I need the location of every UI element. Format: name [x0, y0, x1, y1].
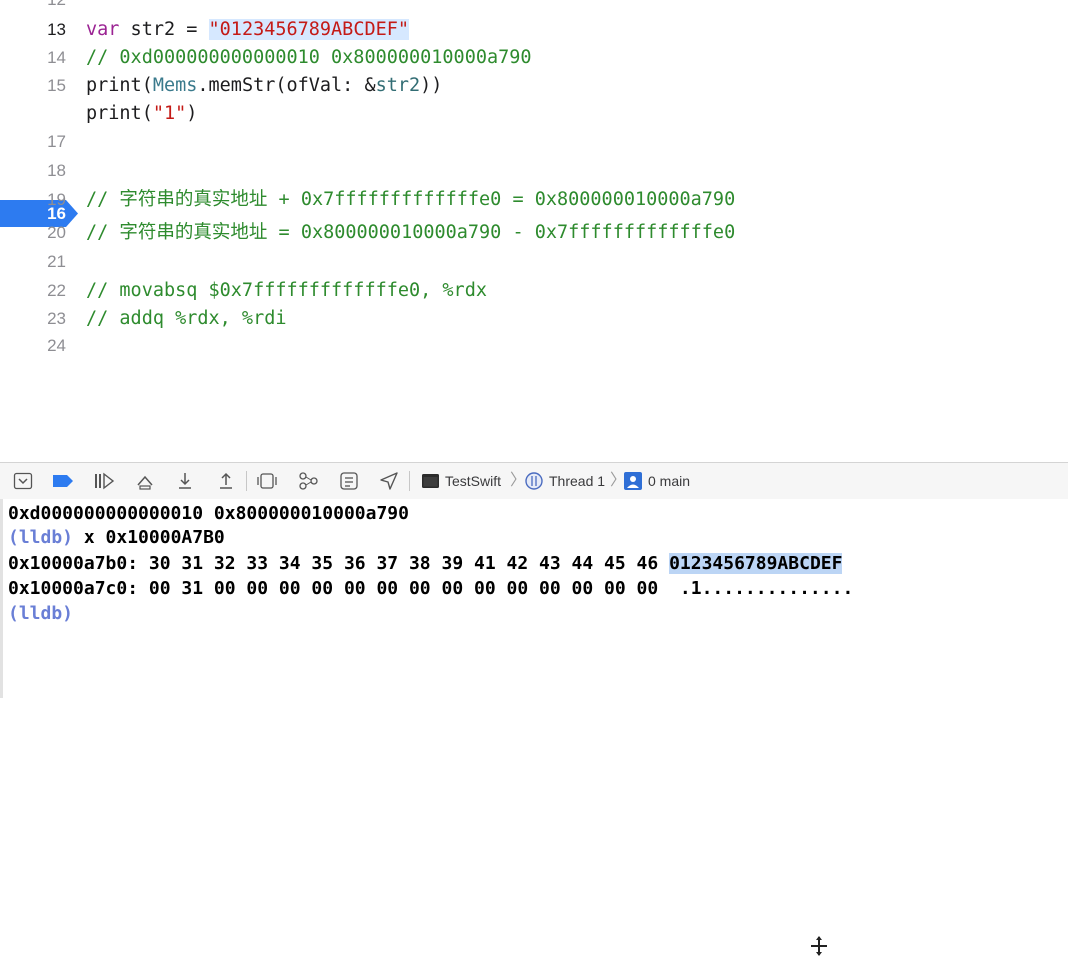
step-into-icon[interactable]: [174, 470, 196, 492]
code-line[interactable]: 17: [0, 128, 1068, 156]
code-comment: // 字符串的真实地址 = 0x800000010000a790 - 0x7ff…: [86, 222, 736, 243]
memory-graph-icon[interactable]: [297, 470, 319, 492]
continue-icon[interactable]: [93, 470, 115, 492]
console-command-line: (lldb) x 0x10000A7B0: [8, 525, 225, 550]
lldb-prompt: (lldb): [8, 527, 74, 548]
line-number: 13: [47, 20, 66, 39]
code-line[interactable]: 16 print("1"): [0, 100, 1068, 227]
code-comment: // 字符串的真实地址 + 0x7fffffffffffffe0 = 0x800…: [86, 189, 736, 210]
line-number: 23: [47, 309, 66, 328]
source-editor[interactable]: 12 13 var str2 = "0123456789ABCDEF" 14 /…: [0, 0, 1068, 462]
line-number: 14: [47, 48, 66, 67]
code-comment: // addq %rdx, %rdi: [86, 308, 287, 329]
line-number: 18: [47, 161, 66, 180]
line-number: 15: [47, 76, 66, 95]
console-output-line: 0xd000000000000010 0x800000010000a790: [8, 503, 409, 524]
console-command: x 0x10000A7B0: [83, 527, 225, 548]
code-comment: // 0xd000000000000010 0x800000010000a790: [86, 47, 532, 68]
code-text: print(Mems.memStr(ofVal: &str2)): [86, 75, 443, 96]
code-line[interactable]: 21: [0, 248, 1068, 276]
environment-overrides-icon[interactable]: [338, 470, 360, 492]
code-line[interactable]: 12: [0, 0, 1068, 14]
selected-string: "0123456789ABCDEF": [208, 19, 410, 40]
code-line[interactable]: 13 var str2 = "0123456789ABCDEF": [0, 16, 1068, 44]
highlighted-ascii: 0123456789ABCDEF: [669, 553, 843, 574]
debug-bar: TestSwift 〉 Thread 1 〉 0 main: [0, 462, 1068, 956]
thread-icon: [523, 470, 545, 492]
code-line[interactable]: 22 // movabsq $0x7fffffffffffffe0, %rdx: [0, 277, 1068, 305]
frame-breadcrumb[interactable]: 0 main: [648, 463, 690, 499]
debug-console[interactable]: 0xd000000000000010 0x800000010000a790 (l…: [0, 499, 1068, 698]
code-line[interactable]: 14 // 0xd000000000000010 0x800000010000a…: [0, 44, 1068, 72]
view-hierarchy-icon[interactable]: [256, 470, 278, 492]
hide-console-icon[interactable]: [12, 470, 34, 492]
code-text: var str2 = "0123456789ABCDEF": [86, 19, 410, 40]
line-number: 20: [47, 223, 66, 242]
line-number: 19: [47, 190, 66, 209]
simulate-location-icon[interactable]: [378, 470, 400, 492]
stack-frame-icon: [622, 470, 644, 492]
line-number: 17: [47, 132, 66, 151]
code-comment: // movabsq $0x7fffffffffffffe0, %rdx: [86, 280, 487, 301]
divider: [409, 471, 410, 491]
thread-breadcrumb[interactable]: Thread 1: [549, 463, 605, 499]
lldb-prompt[interactable]: (lldb): [8, 601, 73, 626]
code-line[interactable]: 23 // addq %rdx, %rdi: [0, 305, 1068, 333]
step-over-icon[interactable]: [134, 470, 156, 492]
line-number: 21: [47, 252, 66, 271]
scheme-breadcrumb[interactable]: TestSwift: [445, 463, 501, 499]
move-cursor-icon[interactable]: [808, 935, 830, 957]
code-line[interactable]: 18: [0, 157, 1068, 185]
line-number: 24: [47, 336, 66, 355]
breakpoint-toggle-icon[interactable]: [52, 470, 74, 492]
code-text: print("1"): [86, 103, 198, 124]
console-output-line: 0x10000a7b0: 30 31 32 33 34 35 36 37 38 …: [8, 553, 843, 574]
code-line[interactable]: 15 print(Mems.memStr(ofVal: &str2)): [0, 72, 1068, 100]
code-line[interactable]: 19 // 字符串的真实地址 + 0x7fffffffffffffe0 = 0x…: [0, 186, 1068, 214]
line-number: 12: [0, 0, 66, 14]
line-number: 22: [47, 281, 66, 300]
divider: [246, 471, 247, 491]
code-line[interactable]: 20 // 字符串的真实地址 = 0x800000010000a790 - 0x…: [0, 219, 1068, 247]
app-target-icon: [420, 470, 442, 492]
console-output-line: 0x10000a7c0: 00 31 00 00 00 00 00 00 00 …: [8, 578, 854, 599]
step-out-icon[interactable]: [215, 470, 237, 492]
code-line[interactable]: 24: [0, 332, 1068, 360]
